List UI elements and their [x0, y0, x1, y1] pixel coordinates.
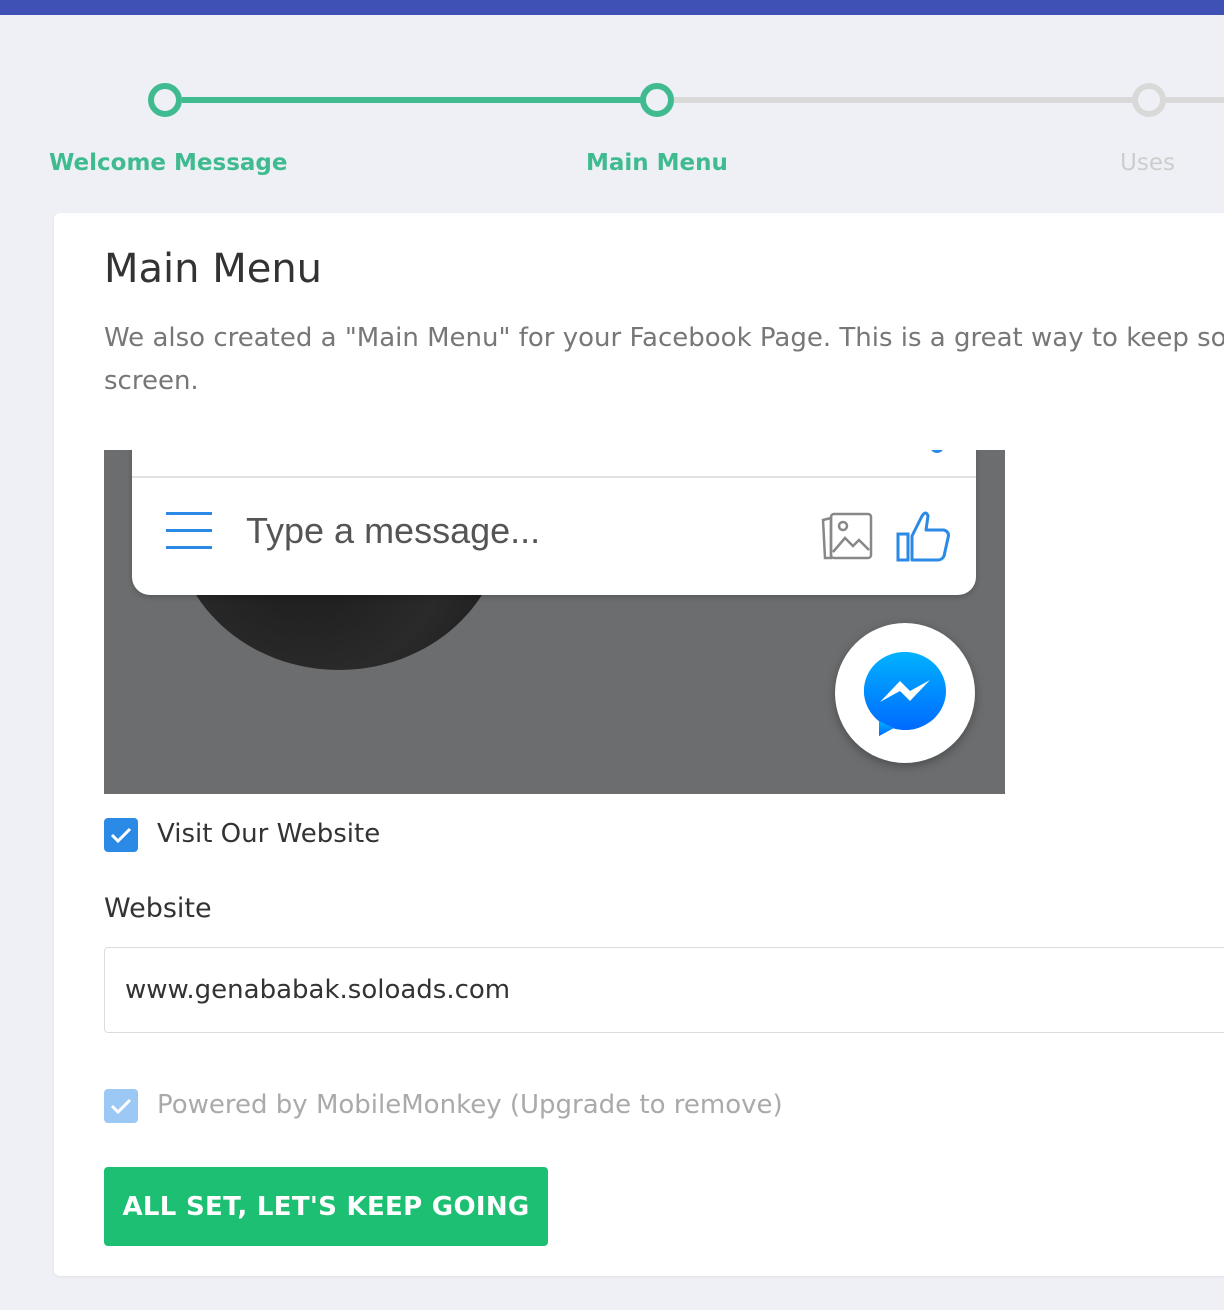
main-menu-card: Main Menu We also created a "Main Menu" … — [54, 213, 1224, 1276]
powered-by-label: Powered by MobileMonkey (Upgrade to remo… — [157, 1090, 783, 1120]
step-connector-todo — [674, 97, 1134, 103]
scroll-indicator-icon — [930, 450, 944, 453]
step-connector-done — [182, 97, 642, 103]
photo-icon — [821, 512, 873, 560]
step-label-welcome-message[interactable]: Welcome Message — [49, 150, 288, 176]
progress-stepper: Welcome Message Main Menu Uses — [0, 0, 1224, 200]
chat-placeholder: Type a message... — [246, 510, 541, 551]
chat-divider — [132, 476, 976, 478]
visit-website-checkbox[interactable] — [104, 818, 138, 852]
checkmark-icon — [110, 827, 132, 844]
website-field-label: Website — [104, 893, 212, 924]
powered-by-checkbox[interactable] — [104, 1089, 138, 1123]
messenger-icon — [864, 652, 946, 736]
step-circle-main-menu[interactable] — [640, 83, 674, 117]
visit-website-label[interactable]: Visit Our Website — [157, 819, 380, 849]
website-input[interactable] — [104, 947, 1224, 1033]
step-circle-welcome-message[interactable] — [148, 83, 182, 117]
step-circle-uses[interactable] — [1132, 83, 1166, 117]
step-label-main-menu[interactable]: Main Menu — [586, 150, 728, 176]
step-connector-todo-2 — [1166, 97, 1224, 103]
step-label-uses[interactable]: Uses — [1120, 150, 1175, 176]
card-description-line-2: screen. — [104, 366, 199, 396]
continue-button[interactable]: ALL SET, LET'S KEEP GOING — [104, 1167, 548, 1246]
chat-composer: Type a message... — [132, 450, 976, 595]
like-icon — [896, 511, 950, 562]
card-description-line-1: We also created a "Main Menu" for your F… — [104, 323, 1224, 353]
messenger-launcher-button — [835, 623, 975, 763]
menu-icon — [166, 512, 212, 552]
card-description: We also created a "Main Menu" for your F… — [104, 317, 1224, 403]
checkmark-icon — [110, 1098, 132, 1115]
messenger-preview-image: Type a message... — [104, 450, 1005, 794]
page-title: Main Menu — [104, 246, 323, 292]
